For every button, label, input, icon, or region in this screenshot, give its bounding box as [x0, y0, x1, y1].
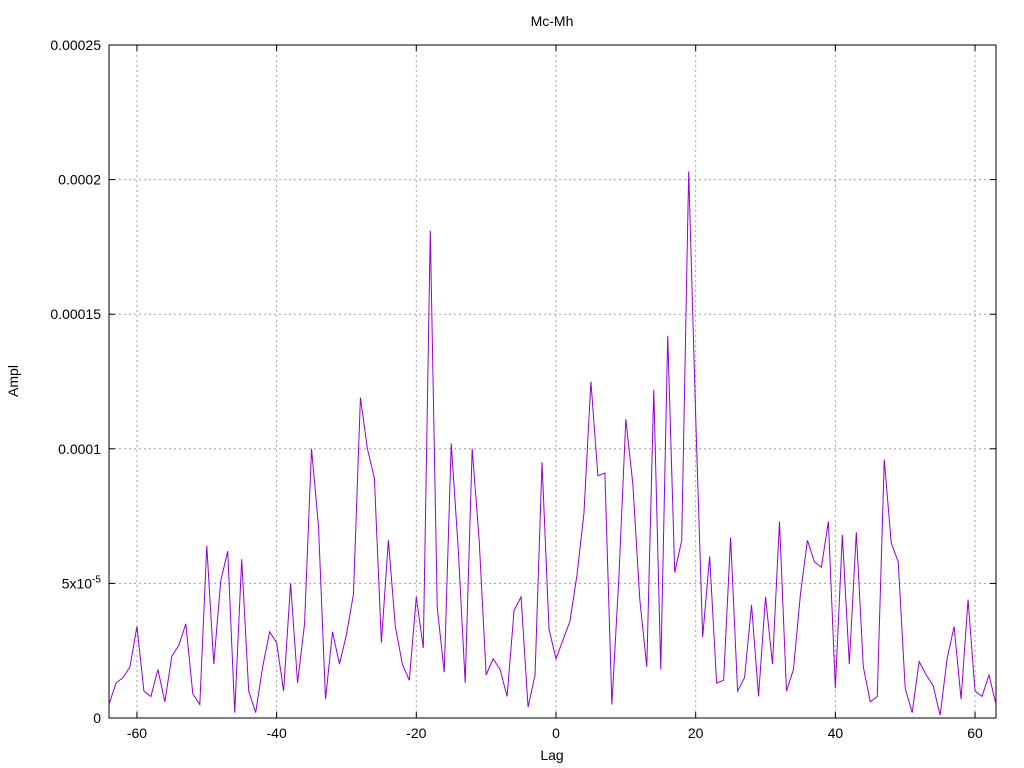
plot-frame — [108, 44, 997, 719]
grid-lines — [109, 45, 996, 718]
y-tick-label-base: 0.0001 — [58, 441, 101, 457]
x-axis-label: Lag — [540, 747, 563, 763]
y-tick-label-base: 0 — [93, 710, 101, 726]
x-tick-labels: -60 -40 -20 0 20 40 60 — [127, 725, 983, 741]
y-tick-label-base: 0.00015 — [50, 306, 101, 322]
y-tick-label: 0.0002 — [58, 172, 101, 188]
axis-ticks — [109, 44, 996, 719]
y-tick-label-base: 5x10 — [62, 575, 93, 591]
x-tick-label: 20 — [688, 725, 704, 741]
y-tick-label: 5x10-5 — [62, 574, 102, 591]
series-layer — [108, 171, 997, 716]
y-tick-label: 0.0001 — [58, 441, 101, 457]
x-tick-label: 40 — [828, 725, 844, 741]
y-tick-label-base: 0.00025 — [50, 37, 101, 53]
x-tick-label: -20 — [406, 725, 426, 741]
x-tick-label: 0 — [552, 725, 560, 741]
y-tick-label: 0.00015 — [50, 306, 101, 322]
x-tick-label: -60 — [127, 725, 147, 741]
chart: Mc-Mh -60 -40 -20 0 20 40 60 0 5x10-5 0.0001 0.00… — [5, 13, 997, 763]
x-tick-label: 60 — [967, 725, 983, 741]
y-axis-label: Ampl — [5, 365, 21, 397]
y-tick-label-exponent: -5 — [92, 574, 101, 585]
series-line — [108, 171, 997, 716]
x-tick-label: -40 — [267, 725, 287, 741]
y-tick-label: 0 — [93, 710, 101, 726]
y-tick-labels: 0 5x10-5 0.0001 0.00015 0.0002 0.00025 — [50, 37, 101, 726]
y-tick-label: 0.00025 — [50, 37, 101, 53]
y-tick-label-base: 0.0002 — [58, 172, 101, 188]
chart-title: Mc-Mh — [531, 13, 574, 29]
